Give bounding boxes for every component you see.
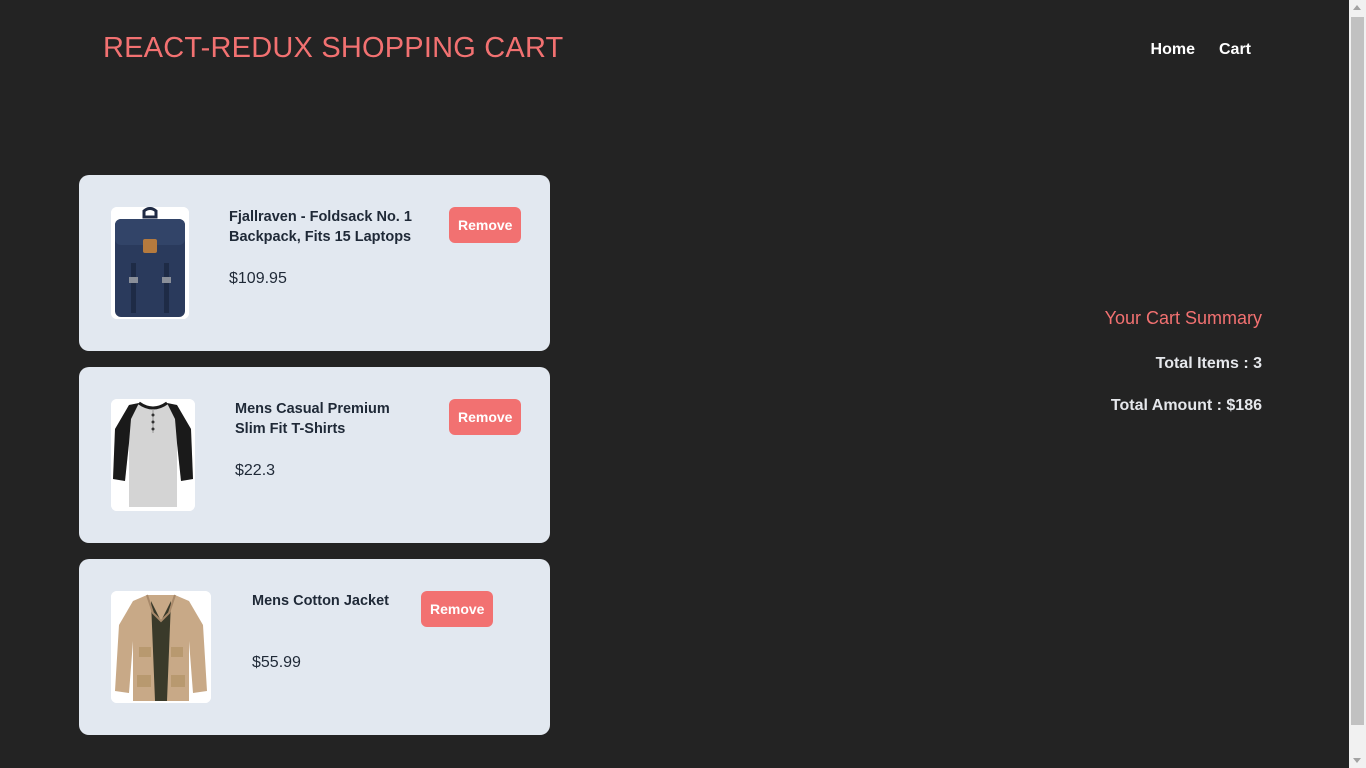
product-image-t-shirt	[111, 399, 195, 511]
item-title: Fjallraven - Foldsack No. 1 Backpack, Fi…	[229, 207, 412, 247]
remove-button[interactable]: Remove	[449, 399, 522, 435]
vertical-scrollbar[interactable]	[1349, 0, 1366, 768]
item-price: $55.99	[252, 654, 301, 671]
nav-home-link[interactable]: Home	[1151, 41, 1195, 59]
item-title-line1: Mens Casual Premium	[235, 401, 390, 417]
item-title-line1: Mens Cotton Jacket	[252, 593, 389, 609]
remove-button[interactable]: Remove	[449, 207, 522, 243]
scroll-up-arrow-icon[interactable]	[1353, 5, 1361, 10]
total-amount: Total Amount : $186	[1110, 397, 1262, 414]
top-nav: Home Cart	[1151, 41, 1251, 59]
item-title-line2: Backpack, Fits 15 Laptops	[229, 229, 412, 245]
cart-list: Fjallraven - Foldsack No. 1 Backpack, Fi…	[79, 175, 550, 751]
product-image-jacket	[111, 591, 211, 703]
product-image-backpack	[111, 207, 189, 319]
nav-cart-link[interactable]: Cart	[1219, 41, 1251, 59]
scrollbar-thumb[interactable]	[1351, 17, 1364, 725]
item-price: $109.95	[229, 270, 287, 287]
summary-heading: Your Cart Summary	[1104, 308, 1262, 328]
scroll-down-arrow-icon[interactable]	[1353, 758, 1361, 763]
cart-item: Mens Casual Premium Slim Fit T-Shirts $2…	[79, 367, 550, 543]
cart-item: Fjallraven - Foldsack No. 1 Backpack, Fi…	[79, 175, 550, 351]
page: REACT-REDUX SHOPPING CART Home Cart Fjal…	[0, 0, 1349, 768]
cart-item: Mens Cotton Jacket $55.99 Remove	[79, 559, 550, 735]
total-items: Total Items : 3	[1155, 355, 1262, 372]
remove-button[interactable]: Remove	[421, 591, 494, 627]
item-title-line2: Slim Fit T-Shirts	[235, 421, 346, 437]
item-title-line1: Fjallraven - Foldsack No. 1	[229, 209, 412, 225]
item-price: $22.3	[235, 462, 276, 479]
cart-summary: Your Cart Summary Total Items : 3 Total …	[1105, 308, 1262, 439]
brand-title: REACT-REDUX SHOPPING CART	[103, 32, 564, 64]
item-title: Mens Cotton Jacket	[252, 591, 389, 611]
item-title: Mens Casual Premium Slim Fit T-Shirts	[235, 399, 390, 439]
